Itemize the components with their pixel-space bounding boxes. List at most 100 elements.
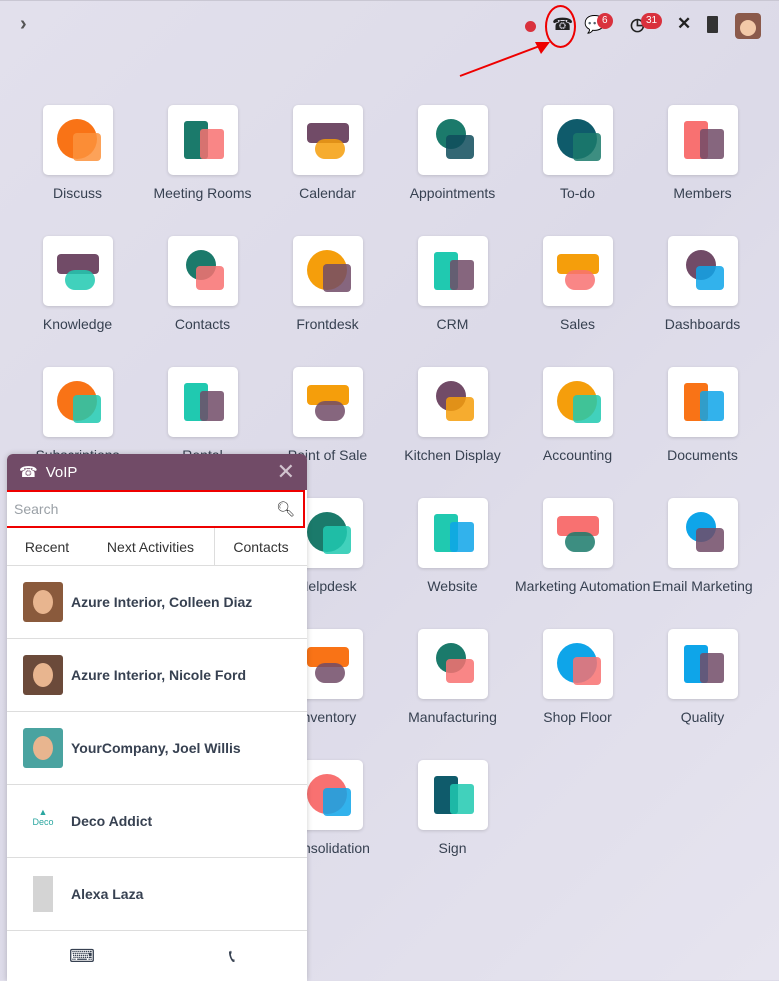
- app-icon-shape: [699, 129, 724, 159]
- app-frontdesk[interactable]: Frontdesk: [265, 236, 390, 367]
- app-label: Website: [427, 578, 478, 594]
- voip-footer: ⌨ 📞︎: [7, 926, 307, 981]
- app-icon: [667, 367, 738, 437]
- app-icon-shape: [314, 663, 345, 683]
- app-icon: [167, 367, 238, 437]
- tab-next-activities[interactable]: Next Activities: [87, 528, 214, 565]
- app-manufacturing[interactable]: Manufacturing: [390, 629, 515, 760]
- app-label: Members: [673, 185, 732, 201]
- voip-panel: ☎ VoIP ✕ 🔍︎ Recent Next Activities Conta…: [7, 454, 307, 981]
- app-appointments[interactable]: Appointments: [390, 105, 515, 236]
- app-icon-shape: [572, 133, 601, 161]
- company-building-icon[interactable]: [707, 16, 718, 33]
- app-icon: [542, 367, 613, 437]
- app-icon-shape: [572, 395, 601, 423]
- app-icon: [42, 105, 113, 175]
- voip-title: VoIP: [45, 463, 78, 481]
- app-icon-shape: [449, 260, 474, 290]
- app-label: Contacts: [174, 316, 231, 332]
- app-sign[interactable]: Sign: [390, 760, 515, 891]
- app-icon-shape: [699, 391, 724, 421]
- tab-recent[interactable]: Recent: [7, 528, 87, 565]
- app-icon-shape: [314, 401, 345, 421]
- app-label: Shop Floor: [543, 709, 612, 725]
- keyboard-icon: ⌨: [69, 946, 95, 966]
- app-icon-shape: [72, 395, 101, 423]
- app-members[interactable]: Members: [640, 105, 765, 236]
- app-website[interactable]: Website: [390, 498, 515, 629]
- close-icon[interactable]: ✕: [277, 459, 295, 485]
- app-icon-shape: [72, 133, 101, 161]
- app-icon-shape: [322, 526, 351, 554]
- voip-tabs: Recent Next Activities Contacts: [7, 528, 307, 566]
- app-icon: [417, 498, 488, 568]
- app-documents[interactable]: Documents: [640, 367, 765, 498]
- activities-badge: 31: [641, 13, 663, 29]
- app-shop-floor[interactable]: Shop Floor: [515, 629, 640, 760]
- tools-icon[interactable]: ✕: [677, 14, 691, 34]
- app-icon: [667, 105, 738, 175]
- app-knowledge[interactable]: Knowledge: [15, 236, 140, 367]
- app-label: Documents: [667, 447, 738, 463]
- user-avatar[interactable]: [735, 13, 761, 39]
- contact-name: Azure Interior, Colleen Diaz: [71, 594, 253, 610]
- app-icon: [417, 105, 488, 175]
- app-icon-shape: [572, 657, 601, 685]
- app-label: Knowledge: [42, 316, 113, 332]
- app-icon-shape: [695, 528, 724, 552]
- contact-name: Deco Addict: [71, 813, 153, 829]
- app-label: Appointments: [409, 185, 496, 201]
- app-icon-shape: [314, 139, 345, 159]
- app-crm[interactable]: CRM: [390, 236, 515, 367]
- app-label: Email Marketing: [652, 578, 753, 594]
- contact-row[interactable]: Azure Interior, Nicole Ford: [7, 639, 307, 712]
- app-label: Sign: [438, 840, 467, 856]
- app-icon: [292, 236, 363, 306]
- app-marketing-automation[interactable]: Marketing Automation: [515, 498, 650, 629]
- app-dashboards[interactable]: Dashboards: [640, 236, 765, 367]
- contact-name: Azure Interior, Nicole Ford: [71, 667, 247, 683]
- app-email-marketing[interactable]: Email Marketing: [640, 498, 765, 629]
- contact-row[interactable]: Azure Interior, Colleen Diaz: [7, 566, 307, 639]
- app-contacts[interactable]: Contacts: [140, 236, 265, 367]
- tab-contacts[interactable]: Contacts: [214, 528, 307, 565]
- app-accounting[interactable]: Accounting: [515, 367, 640, 498]
- app-icon: [542, 236, 613, 306]
- app-quality[interactable]: Quality: [640, 629, 765, 760]
- app-icon: [417, 629, 488, 699]
- app-label: CRM: [436, 316, 469, 332]
- building-icon: [23, 874, 63, 914]
- app-kitchen-display[interactable]: Kitchen Display: [390, 367, 515, 498]
- keypad-button[interactable]: ⌨: [7, 926, 157, 981]
- contact-row[interactable]: Alexa Laza: [7, 858, 307, 931]
- app-meeting-rooms[interactable]: Meeting Rooms: [140, 105, 265, 236]
- contact-avatar: [23, 655, 63, 695]
- app-icon: [667, 629, 738, 699]
- app-label: Sales: [559, 316, 596, 332]
- app-icon-shape: [445, 659, 474, 683]
- app-icon: [542, 105, 613, 175]
- search-input[interactable]: [14, 501, 276, 517]
- app-icon-shape: [199, 391, 224, 421]
- voip-header: ☎ VoIP ✕: [7, 454, 307, 490]
- app-icon-shape: [322, 264, 351, 292]
- annotation-arrow: [459, 42, 550, 77]
- app-icon: [542, 498, 613, 568]
- app-sales[interactable]: Sales: [515, 236, 640, 367]
- app-to-do[interactable]: To-do: [515, 105, 640, 236]
- contact-row[interactable]: ▲ Deco Deco Addict: [7, 785, 307, 858]
- app-icon: [42, 367, 113, 437]
- phone-icon: ☎: [19, 464, 38, 481]
- contact-row[interactable]: YourCompany, Joel Willis: [7, 712, 307, 785]
- app-discuss[interactable]: Discuss: [15, 105, 140, 236]
- search-icon[interactable]: 🔍︎: [276, 500, 295, 518]
- call-button[interactable]: 📞︎: [157, 926, 307, 981]
- contact-name: Alexa Laza: [71, 886, 144, 902]
- app-icon-shape: [695, 266, 724, 290]
- app-icon-shape: [199, 129, 224, 159]
- status-dot: [525, 21, 536, 32]
- app-label: Meeting Rooms: [153, 185, 252, 201]
- chevron-right-icon[interactable]: ›: [20, 13, 27, 36]
- app-icon-shape: [699, 653, 724, 683]
- app-calendar[interactable]: Calendar: [265, 105, 390, 236]
